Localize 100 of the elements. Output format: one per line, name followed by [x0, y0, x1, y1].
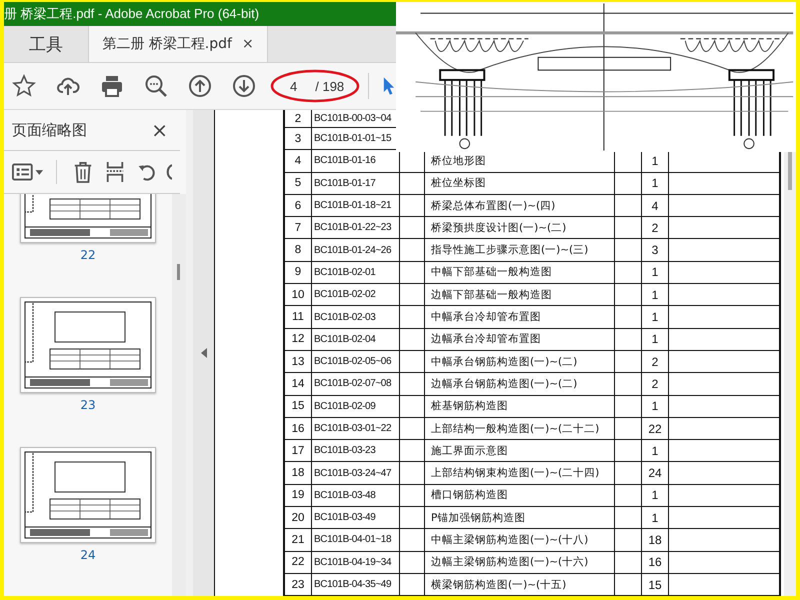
table-cell: 1: [652, 444, 658, 458]
scrollbar-thumb[interactable]: [177, 264, 180, 280]
table-cell: 8: [285, 239, 312, 261]
table-cell: BC101B-02-05~06: [312, 350, 400, 372]
table-cell: 上部结构一般构造图(一)~(二十二): [431, 422, 600, 436]
table-cell: BC101B-03-23: [312, 440, 400, 462]
table-cell: 2: [652, 376, 658, 391]
table-cell: 中幅主梁钢筋构造图(一)~(十八): [431, 532, 588, 547]
table-cell: BC101B-03-01~22: [312, 418, 400, 440]
page-thumbnail[interactable]: [20, 297, 156, 393]
table-cell: 桥梁预拱度设计图(一)~(二): [431, 220, 566, 235]
options-menu-icon[interactable]: [12, 161, 44, 183]
table-cell: 边幅主梁钢筋构造图(一)~(十六): [431, 555, 588, 570]
table-cell: 桥梁总体布置图(一)~(四): [431, 198, 556, 213]
table-cell: BC101B-01-22~23: [312, 217, 400, 238]
tab[interactable]: 工具: [4, 26, 88, 62]
table-cell: BC101B-04-35~49: [312, 574, 400, 596]
arrow-up-circle-icon[interactable]: [188, 74, 212, 98]
table-cell: 2: [652, 220, 658, 235]
table-cell: 18: [285, 462, 312, 484]
table-cell: 7: [285, 217, 312, 238]
page-number-label: 24: [80, 548, 96, 562]
table-cell: BC101B-03-49: [312, 507, 400, 528]
table-cell: 桥位地形图: [431, 154, 486, 168]
table-cell: 1: [652, 510, 658, 525]
table-cell: BC101B-01-18~21: [312, 194, 400, 216]
collapse-arrow-icon[interactable]: [200, 348, 206, 358]
trash-icon[interactable]: [73, 161, 93, 183]
table-cell: 1: [652, 399, 658, 414]
table-cell: 施工界面示意图: [431, 444, 508, 458]
page-thumbnail[interactable]: [20, 447, 156, 543]
table-cell: 22: [285, 552, 312, 573]
page-number-label: 22: [80, 248, 96, 262]
table-cell: 指导性施工步骤示意图(一)~(三): [431, 243, 588, 258]
table-cell: 边幅承台冷却管布置图: [431, 332, 541, 346]
table-cell: 4: [652, 198, 658, 213]
table-cell: 10: [285, 284, 312, 306]
table-cell: 22: [648, 422, 662, 436]
table-cell: P锚加强钢筋构造图: [431, 510, 526, 525]
table-cell: 槽口钢筋构造图: [431, 488, 508, 502]
table-cell: 桩位坐标图: [431, 176, 486, 190]
table-cell: BC101B-04-19~34: [312, 552, 400, 573]
table-cell: BC101B-02-03: [312, 306, 400, 328]
table-cell: 中幅承台钢筋构造图(一)~(二): [431, 354, 578, 369]
table-cell: 16: [285, 418, 312, 440]
table-cell: 1: [652, 265, 658, 280]
table-cell: 2: [652, 354, 658, 369]
table-cell: BC101B-02-01: [312, 262, 400, 284]
page-number-label: 23: [80, 398, 96, 412]
table-cell: 9: [285, 262, 312, 284]
table-cell: 14: [285, 373, 312, 395]
star-icon[interactable]: [12, 74, 36, 98]
print-icon[interactable]: [100, 74, 124, 98]
table-cell: 4: [285, 150, 312, 172]
scrollbar-thumb[interactable]: [788, 150, 792, 190]
table-cell: 15: [285, 396, 312, 417]
tab[interactable]: 第二册 桥梁工程.pdf ×: [88, 26, 268, 62]
table-cell: 1: [652, 288, 658, 302]
window-title: 册 桥梁工程.pdf - Adobe Acrobat Pro (64-bit): [4, 5, 260, 23]
table-cell: BC101B-02-09: [312, 396, 400, 417]
table-cell: 12: [285, 328, 312, 350]
page-number-field[interactable]: 4: [290, 78, 298, 94]
table-cell: 3: [285, 128, 312, 150]
table-cell: 2: [285, 110, 312, 127]
table-cell: 横梁钢筋构造图(一)~(十五): [431, 578, 566, 592]
close-icon[interactable]: ×: [242, 36, 254, 52]
table-cell: 24: [648, 466, 662, 480]
table-cell: 20: [285, 507, 312, 528]
table-cell: BC101B-02-04: [312, 328, 400, 350]
table-cell: 中幅下部基础一般构造图: [431, 265, 552, 280]
table-cell: 18: [648, 532, 662, 547]
table-cell: BC101B-02-07~08: [312, 373, 400, 395]
close-icon[interactable]: ×: [151, 118, 168, 142]
table-cell: 边幅下部基础一般构造图: [431, 288, 552, 302]
table-cell: 21: [285, 529, 312, 551]
table-cell: 6: [285, 194, 312, 216]
page-total: / 198: [315, 78, 344, 94]
table-cell: 17: [285, 440, 312, 462]
table-cell: 边幅承台钢筋构造图(一)~(二): [431, 376, 578, 391]
zoom-icon[interactable]: [144, 74, 168, 98]
table-cell: 1: [652, 176, 658, 190]
arrow-down-circle-icon[interactable]: [232, 74, 256, 98]
panel-title: 页面缩略图: [12, 120, 87, 140]
table-cell: 5: [285, 172, 312, 194]
table-cell: 中幅承台冷却管布置图: [431, 310, 541, 324]
table-cell: 1: [652, 488, 658, 502]
table-cell: 11: [285, 306, 312, 328]
table-cell: 桩基钢筋构造图: [431, 399, 508, 414]
table-cell: 16: [648, 555, 662, 570]
insert-page-icon[interactable]: [105, 161, 125, 183]
table-cell: BC101B-02-02: [312, 284, 400, 306]
table-cell: BC101B-01-17: [312, 172, 400, 194]
table-cell: BC101B-03-48: [312, 484, 400, 506]
table-cell: 3: [652, 243, 658, 258]
cursor-arrow-icon[interactable]: [383, 76, 395, 96]
table-cell: 23: [285, 574, 312, 596]
table-cell: 15: [648, 578, 662, 592]
table-cell: BC101B-04-01~18: [312, 529, 400, 551]
table-cell: 1: [652, 310, 658, 324]
table-cell: BC101B-01-24~26: [312, 239, 400, 261]
